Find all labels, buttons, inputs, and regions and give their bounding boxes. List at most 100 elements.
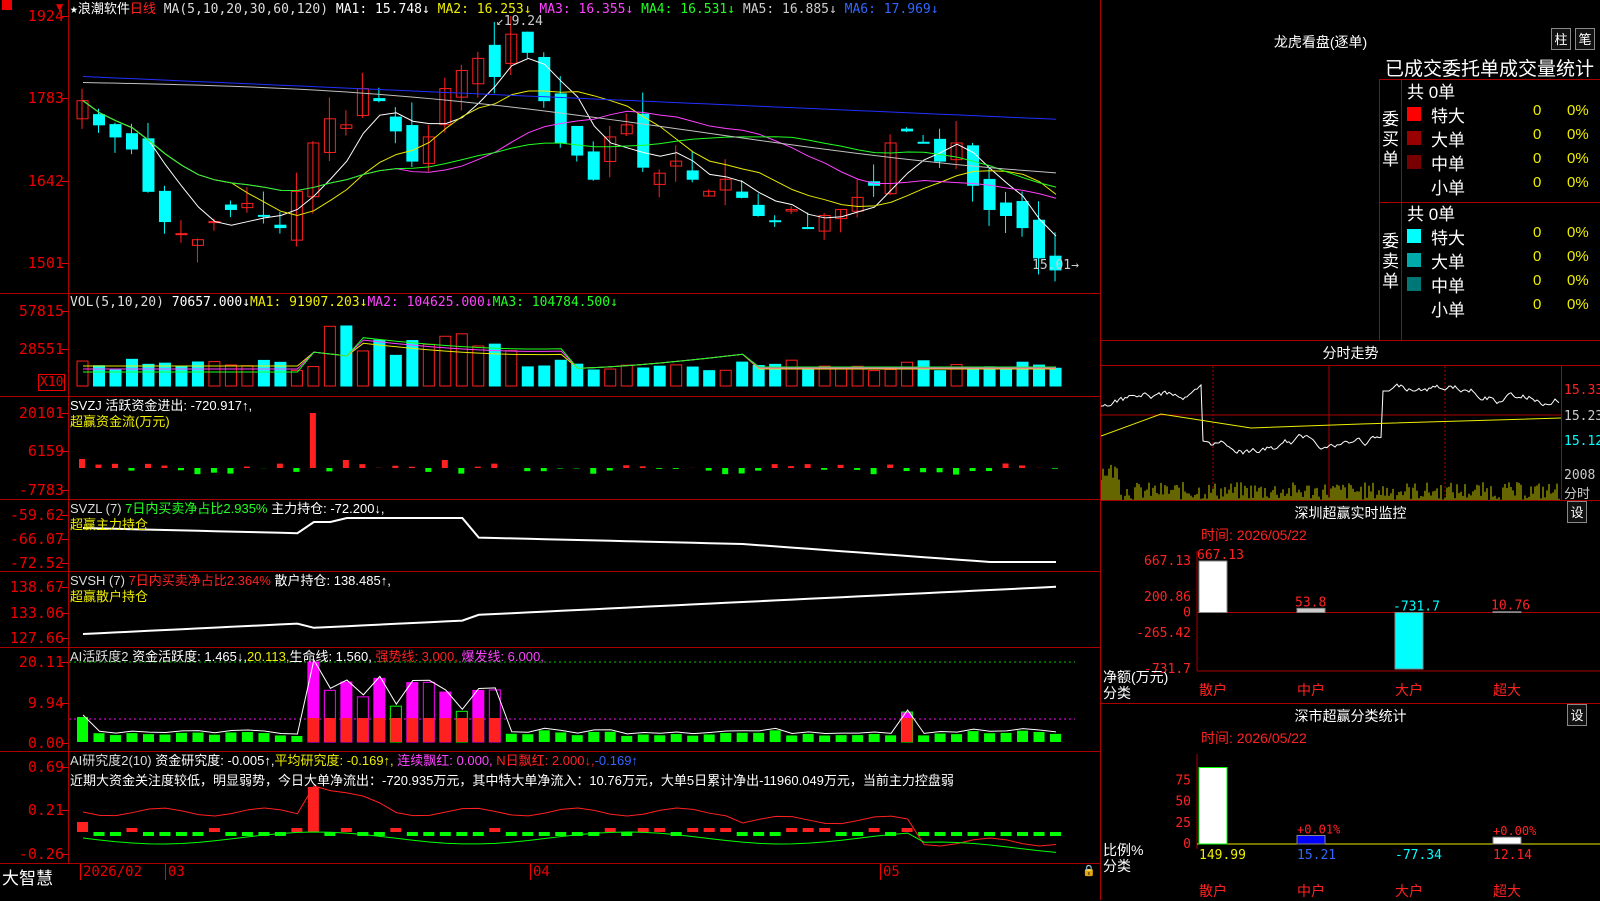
svzl-pane[interactable]: -59.62 -66.07 -72.52 SVZL (7) 7日内买卖净占比2.… bbox=[0, 500, 1100, 572]
research-bar bbox=[291, 828, 302, 832]
bar-mode-button[interactable]: 柱 bbox=[1551, 28, 1571, 50]
ma5-value: MA5: 16.885↓ bbox=[743, 2, 837, 17]
flow-bar bbox=[326, 468, 332, 471]
activity-bar bbox=[902, 718, 913, 742]
svzj-pane[interactable]: 20101 6159 -7783 SVZJ 活跃资金进出: -720.917↑,… bbox=[0, 397, 1100, 500]
candle-body bbox=[522, 32, 533, 52]
flow-bar bbox=[244, 467, 250, 468]
volume-axis: 57815 28551 X10 bbox=[0, 294, 69, 396]
activity-bar bbox=[984, 733, 995, 742]
vol-ma3: MA3: 104784.500↓ bbox=[493, 295, 618, 310]
lock-icon[interactable]: 🔒 bbox=[1082, 864, 1096, 877]
volume-bar bbox=[456, 334, 467, 386]
volume-bar bbox=[704, 371, 715, 386]
svsh-pane[interactable]: 138.67 133.06 127.66 SVSH (7) 7日内买卖净占比2.… bbox=[0, 572, 1100, 648]
research-bar bbox=[803, 828, 814, 832]
intraday-title: 分时走势 bbox=[1101, 343, 1600, 363]
research-bar bbox=[407, 832, 418, 836]
realtime-monitor-panel[interactable]: 深圳超赢实时监控 设 时间: 2026/05/22 667.13200.860-… bbox=[1100, 500, 1600, 703]
flow-bar bbox=[920, 468, 926, 472]
ai2-d: N日飘红: 2.000↓, bbox=[496, 753, 594, 768]
flow-bar bbox=[590, 468, 596, 474]
research-bar bbox=[687, 828, 698, 832]
flow-bar bbox=[161, 466, 167, 468]
ai2-name: AI研究度2(10) bbox=[70, 753, 152, 768]
flow-bar bbox=[79, 459, 85, 468]
flow-bar bbox=[887, 465, 893, 468]
ai-research-pane[interactable]: 0.69 0.21 -0.26 AI研究度2(10) 资金研究度: -0.005… bbox=[0, 752, 1100, 864]
research-bar bbox=[918, 832, 929, 836]
ai2-c: 连续飘红: 0.000, bbox=[397, 753, 492, 768]
flow-bar bbox=[871, 468, 877, 474]
volume-bar bbox=[720, 370, 731, 386]
ma1-value: MA1: 15.748↓ bbox=[336, 2, 430, 17]
tick-mode-button[interactable]: 笔 bbox=[1575, 28, 1595, 50]
intraday-chart[interactable] bbox=[1101, 366, 1561, 500]
flow-bar bbox=[904, 468, 910, 471]
flow-bar bbox=[953, 468, 959, 475]
candle-body bbox=[126, 134, 137, 149]
period-label[interactable]: 日线 bbox=[130, 1, 156, 16]
monitor-bar-chart[interactable]: 667.13200.860-265.42-731.7667.13散户53.8中户… bbox=[1101, 541, 1600, 701]
flow-bar bbox=[1003, 463, 1009, 468]
intraday-panel[interactable]: 分时走势 15.33 15.23 15.12 2008 分时 bbox=[1100, 340, 1600, 500]
ai-activity-pane[interactable]: 20.11 9.94 0.00 AI活跃度2 资金活跃度: 1.465↓,20.… bbox=[0, 648, 1100, 752]
ma4-value: MA4: 16.531↓ bbox=[641, 2, 735, 17]
volume-pane[interactable]: 57815 28551 X10 VOL(5,10,20) 70657.000↓M… bbox=[0, 294, 1100, 397]
stock-name[interactable]: 浪潮软件 bbox=[78, 1, 130, 16]
volume-bar bbox=[258, 360, 269, 386]
ai2-tick: 0.21 bbox=[28, 801, 64, 819]
volume-bar bbox=[407, 341, 418, 386]
flow-bar bbox=[986, 468, 992, 471]
candle-body bbox=[770, 221, 781, 222]
research-bar bbox=[1050, 832, 1061, 836]
activity-bar bbox=[489, 718, 500, 742]
flow-bar bbox=[343, 460, 349, 468]
dragon-tiger-panel[interactable]: 龙虎看盘(逐单) 柱 笔 已成交委托单成交量统计 委买单 委卖单 共 0单 共 … bbox=[1100, 0, 1600, 340]
volume-bar bbox=[209, 362, 220, 386]
stats-bar bbox=[1493, 837, 1521, 844]
research-bar bbox=[902, 828, 913, 832]
research-bar bbox=[621, 832, 632, 836]
activity-bar bbox=[1034, 732, 1045, 742]
buy-row-large: 大单00% bbox=[1407, 126, 1600, 150]
stats-category: 中户 bbox=[1297, 883, 1325, 899]
ai1-d: 强势线: 3.000, bbox=[375, 649, 457, 664]
volume-bar bbox=[786, 360, 797, 386]
research-bar bbox=[786, 828, 797, 832]
activity-bar bbox=[770, 730, 781, 742]
flow-bar bbox=[277, 464, 283, 468]
flow-bar bbox=[1052, 468, 1058, 469]
activity-bar bbox=[93, 733, 104, 742]
volume-bar bbox=[803, 370, 814, 386]
date-axis-bar[interactable]: 大智慧 2026/02 03 04 05 🔒 bbox=[0, 864, 1100, 900]
volume-bar bbox=[588, 370, 599, 386]
stats-bar-chart[interactable]: 7550250149.99散户15.21中户-77.34大户12.14超大+0.… bbox=[1101, 744, 1600, 901]
research-line bbox=[83, 786, 1056, 846]
classification-stats-panel[interactable]: 深市超赢分类统计 设 时间: 2026/05/22 7550250149.99散… bbox=[1100, 703, 1600, 900]
activity-bar bbox=[588, 732, 599, 742]
research-bar bbox=[935, 832, 946, 836]
volume-bar bbox=[968, 368, 979, 386]
svzl-desc: 7日内买卖净占比2.935% bbox=[125, 501, 267, 516]
monitor-bar bbox=[1395, 613, 1423, 669]
brand-logo[interactable]: 大智慧 bbox=[2, 864, 53, 889]
price-pane[interactable]: 1924 1783 1642 1501 ▼ ★浪潮软件日线 MA(5,10,20… bbox=[0, 0, 1100, 294]
monitor-settings-button[interactable]: 设 bbox=[1567, 501, 1587, 523]
star-icon[interactable]: ★ bbox=[70, 2, 78, 17]
research-bar bbox=[638, 828, 649, 832]
svzj-axis: 20101 6159 -7783 bbox=[0, 397, 69, 499]
flow-bar bbox=[425, 468, 431, 472]
volume-bar bbox=[885, 369, 896, 386]
sell-row-large: 大单00% bbox=[1407, 248, 1600, 272]
stats-settings-button[interactable]: 设 bbox=[1567, 704, 1587, 726]
activity-bar bbox=[572, 735, 583, 742]
volume-bar bbox=[357, 351, 368, 386]
research-bar bbox=[159, 832, 170, 836]
activity-bar bbox=[1017, 731, 1028, 742]
activity-bar bbox=[836, 735, 847, 742]
research-bar bbox=[225, 832, 236, 836]
candlestick-chart[interactable] bbox=[69, 0, 1075, 292]
volume-bar bbox=[638, 368, 649, 386]
menu-marker-icon[interactable] bbox=[2, 0, 12, 10]
